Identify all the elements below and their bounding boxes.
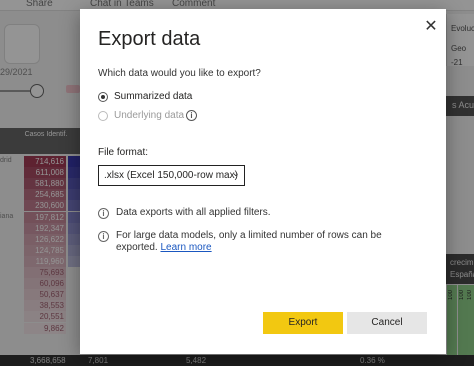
summarized-data-label[interactable]: Summarized data [114, 91, 192, 102]
chevron-down-icon: ⌄ [231, 168, 240, 179]
file-format-select[interactable]: .xlsx (Excel 150,000-row max) ⌄ [98, 165, 245, 186]
underlying-data-label[interactable]: Underlying data [114, 110, 184, 121]
export-question: Which data would you like to export? [98, 68, 261, 79]
file-format-value: .xlsx (Excel 150,000-row max) [104, 170, 238, 181]
large-models-note: For large data models, only a limited nu… [116, 230, 416, 254]
dialog-title: Export data [98, 28, 201, 50]
filters-note: Data exports with all applied filters. [116, 207, 271, 218]
file-format-label: File format: [98, 147, 149, 158]
export-data-dialog: ✕ Export data Which data would you like … [80, 9, 446, 354]
info-icon: i [98, 231, 109, 242]
cancel-button[interactable]: Cancel [347, 312, 427, 334]
learn-more-link[interactable]: Learn more [160, 242, 211, 253]
export-button[interactable]: Export [263, 312, 343, 334]
close-icon[interactable]: ✕ [423, 19, 439, 35]
info-icon[interactable]: i [186, 110, 197, 121]
summarized-data-radio[interactable] [98, 92, 108, 102]
info-icon: i [98, 208, 109, 219]
large-models-note-text: For large data models, only a limited nu… [116, 230, 382, 253]
underlying-data-radio[interactable] [98, 111, 108, 121]
